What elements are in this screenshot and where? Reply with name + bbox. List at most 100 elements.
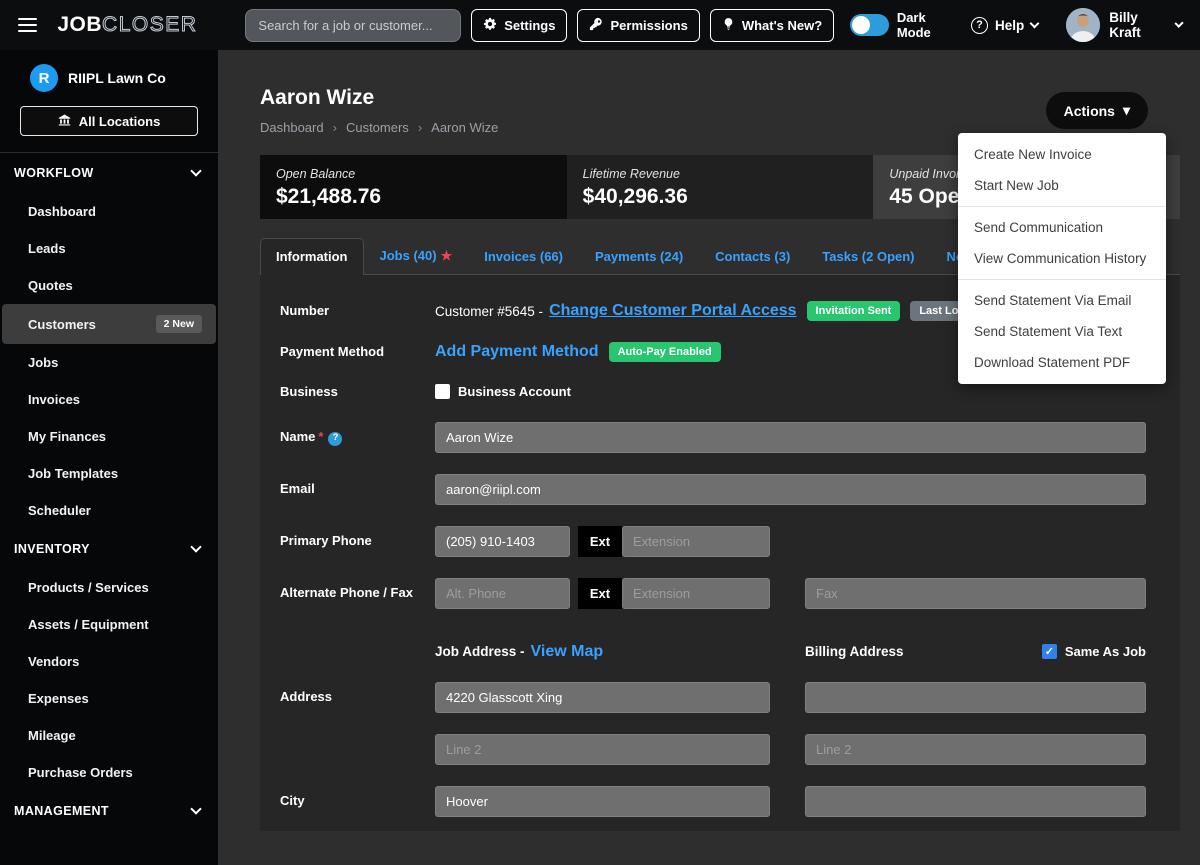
menu-item-start-new-job[interactable]: Start New Job [958, 170, 1166, 201]
sidebar-item-expenses[interactable]: Expenses [2, 680, 216, 717]
sidebar-item-scheduler[interactable]: Scheduler [2, 492, 216, 529]
user-menu[interactable]: Billy Kraft [1066, 8, 1182, 42]
sidebar-item-assets-equipment[interactable]: Assets / Equipment [2, 606, 216, 643]
sidebar-item-mileage[interactable]: Mileage [2, 717, 216, 754]
breadcrumb-separator: › [333, 120, 337, 135]
info-icon[interactable]: ? [328, 432, 342, 446]
name-input[interactable] [435, 422, 1146, 453]
caret-down-icon: ▾ [1123, 102, 1130, 119]
billing-city-input[interactable] [805, 786, 1146, 817]
alt-phone-input[interactable] [435, 578, 570, 609]
gear-icon [483, 17, 497, 34]
permissions-label: Permissions [610, 18, 687, 33]
company-header[interactable]: R RIIPL Lawn Co [0, 64, 218, 92]
alt-phone-row: Alternate Phone / Fax Ext [280, 578, 1146, 609]
permissions-button[interactable]: Permissions [577, 9, 699, 42]
logo-text-bold: JOB [57, 13, 102, 37]
business-account-checkbox[interactable] [435, 384, 450, 399]
tab-payments[interactable]: Payments (24) [579, 238, 699, 274]
sidebar-item-products-services[interactable]: Products / Services [2, 569, 216, 606]
address-headings-row: Job Address - View Map Billing Address ✓… [280, 643, 1146, 661]
sidebar-item-vendors[interactable]: Vendors [2, 643, 216, 680]
sidebar-item-my-finances[interactable]: My Finances [2, 418, 216, 455]
invitation-sent-badge: Invitation Sent [807, 301, 901, 321]
menu-item-view-communication-history[interactable]: View Communication History [958, 243, 1166, 274]
inventory-nav: Products / Services Assets / Equipment V… [0, 569, 218, 791]
name-label: Name*? [280, 428, 435, 446]
page-title: Aaron Wize [260, 86, 1180, 110]
dark-mode-toggle[interactable] [850, 14, 889, 36]
all-locations-button[interactable]: All Locations [20, 106, 198, 136]
sidebar-item-invoices[interactable]: Invoices [2, 381, 216, 418]
tab-contacts[interactable]: Contacts (3) [699, 238, 806, 274]
actions-menu: Create New Invoice Start New Job Send Co… [958, 133, 1166, 384]
business-row: Business Business Account [280, 383, 1146, 401]
dark-mode-label: Dark Mode [897, 10, 961, 40]
toggle-knob [852, 16, 870, 34]
sidebar-item-jobs[interactable]: Jobs [2, 344, 216, 381]
help-menu[interactable]: ? Help [971, 17, 1038, 34]
payment-method-label: Payment Method [280, 343, 435, 361]
alt-extension-input[interactable] [622, 578, 770, 609]
search-input[interactable] [245, 9, 461, 42]
sidebar-item-leads[interactable]: Leads [2, 230, 216, 267]
same-as-job-checkbox[interactable]: ✓ [1042, 644, 1057, 659]
number-label: Number [280, 302, 435, 320]
help-label: Help [995, 18, 1024, 33]
tab-jobs[interactable]: Jobs (40)★ [364, 237, 469, 274]
tab-invoices[interactable]: Invoices (66) [468, 238, 579, 274]
management-section-label: MANAGEMENT [14, 804, 109, 818]
settings-label: Settings [504, 18, 555, 33]
sidebar-item-customers[interactable]: Customers 2 New [2, 304, 216, 344]
avatar [1066, 8, 1100, 42]
user-name: Billy Kraft [1109, 10, 1166, 40]
tab-tasks[interactable]: Tasks (2 Open) [806, 238, 930, 274]
alt-phone-label: Alternate Phone / Fax [280, 584, 435, 602]
breadcrumb-customers[interactable]: Customers [346, 120, 409, 135]
company-name: RIIPL Lawn Co [68, 70, 166, 86]
logo-text-light: CLOSER [102, 13, 197, 37]
billing-line2-input[interactable] [805, 734, 1146, 765]
job-address-input[interactable] [435, 682, 770, 713]
portal-access-link[interactable]: Change Customer Portal Access [549, 302, 796, 320]
sidebar-section-management[interactable]: MANAGEMENT [0, 791, 218, 831]
sidebar-section-inventory[interactable]: INVENTORY [0, 529, 218, 569]
job-address-heading: Job Address - [435, 644, 525, 659]
top-navbar: JOBCLOSER Settings Permissions What's Ne… [0, 0, 1200, 50]
billing-address-input[interactable] [805, 682, 1146, 713]
menu-item-create-new-invoice[interactable]: Create New Invoice [958, 139, 1166, 170]
whats-new-button[interactable]: What's New? [710, 9, 834, 42]
add-payment-method-link[interactable]: Add Payment Method [435, 343, 599, 361]
same-as-job-label: Same As Job [1065, 644, 1146, 659]
view-map-link[interactable]: View Map [531, 643, 604, 661]
business-label: Business [280, 383, 435, 401]
ext-label: Ext [578, 578, 622, 609]
sidebar-section-workflow[interactable]: WORKFLOW [0, 153, 218, 193]
job-city-input[interactable] [435, 786, 770, 817]
primary-phone-row: Primary Phone Ext [280, 526, 1146, 557]
breadcrumb-dashboard[interactable]: Dashboard [260, 120, 324, 135]
job-line2-input[interactable] [435, 734, 770, 765]
email-input[interactable] [435, 474, 1146, 505]
menu-item-send-statement-email[interactable]: Send Statement Via Email [958, 285, 1166, 316]
primary-extension-input[interactable] [622, 526, 770, 557]
stat-open-balance: Open Balance $21,488.76 [260, 155, 567, 219]
menu-item-send-statement-text[interactable]: Send Statement Via Text [958, 316, 1166, 347]
fax-input[interactable] [805, 578, 1146, 609]
menu-item-send-communication[interactable]: Send Communication [958, 212, 1166, 243]
sidebar-item-job-templates[interactable]: Job Templates [2, 455, 216, 492]
email-label: Email [280, 480, 435, 498]
chevron-down-icon [190, 541, 201, 552]
tab-information[interactable]: Information [260, 238, 364, 275]
menu-item-download-statement-pdf[interactable]: Download Statement PDF [958, 347, 1166, 378]
sidebar-item-purchase-orders[interactable]: Purchase Orders [2, 754, 216, 791]
city-row: City [280, 786, 1146, 817]
breadcrumb-separator: › [418, 120, 422, 135]
sidebar-item-dashboard[interactable]: Dashboard [2, 193, 216, 230]
sidebar-item-quotes[interactable]: Quotes [2, 267, 216, 304]
primary-phone-input[interactable] [435, 526, 570, 557]
hamburger-menu-icon[interactable] [18, 18, 37, 32]
address-row: Address [280, 682, 1146, 713]
settings-button[interactable]: Settings [471, 9, 567, 42]
actions-button[interactable]: Actions ▾ [1046, 92, 1148, 129]
